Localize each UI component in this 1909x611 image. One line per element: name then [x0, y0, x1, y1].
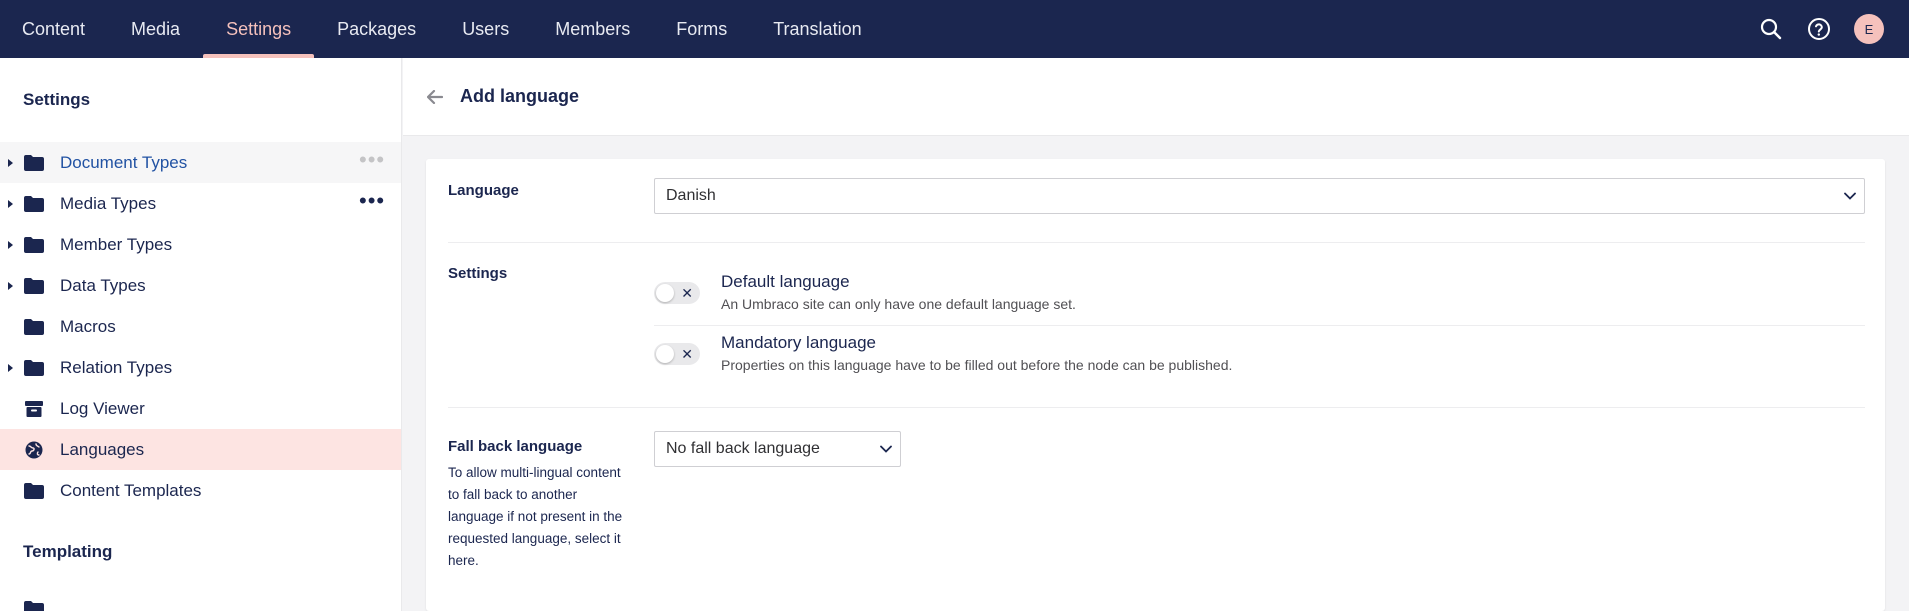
tree-item-label: Languages — [60, 439, 145, 459]
main-sections-nav: Content Media Settings Packages Users Me… — [0, 0, 885, 58]
folder-icon — [24, 317, 44, 337]
fallback-help-text: To allow multi-lingual content to fall b… — [448, 465, 623, 568]
settings-sidebar: Settings Document Types ••• Media Types … — [0, 58, 402, 611]
chevron-down-icon — [1844, 192, 1856, 200]
mandatory-language-title: Mandatory language — [721, 333, 877, 352]
expand-caret-icon[interactable] — [8, 363, 13, 372]
nav-forms[interactable]: Forms — [653, 0, 750, 58]
expand-caret-icon[interactable] — [8, 158, 13, 167]
folder-icon — [24, 194, 44, 214]
search-icon[interactable] — [1758, 16, 1784, 42]
tree-item-document-types[interactable]: Document Types ••• — [0, 142, 401, 183]
tree-item-label: Document Types — [60, 152, 188, 172]
divider — [448, 407, 1865, 408]
more-options-icon[interactable]: ••• — [359, 190, 385, 212]
sidebar-section-settings: Settings — [23, 90, 91, 109]
tree-item-log-viewer[interactable]: Log Viewer — [0, 388, 401, 429]
more-options-icon[interactable]: ••• — [359, 149, 385, 171]
close-icon: ✕ — [681, 346, 693, 362]
nav-users[interactable]: Users — [439, 0, 532, 58]
tree-item-languages[interactable]: Languages — [0, 429, 401, 470]
tree-item-content-templates[interactable]: Content Templates — [0, 470, 401, 511]
mandatory-language-description: Properties on this language have to be f… — [721, 357, 1233, 373]
page-title: Add language — [460, 86, 580, 106]
toggle-knob — [656, 284, 674, 302]
nav-packages[interactable]: Packages — [314, 0, 439, 58]
mandatory-language-toggle[interactable]: ✕ — [654, 343, 700, 365]
sidebar-section-templating: Templating — [23, 542, 113, 561]
top-navigation-bar: Content Media Settings Packages Users Me… — [0, 0, 1909, 58]
nav-settings[interactable]: Settings — [203, 0, 315, 58]
tree-item-label: Macros — [60, 316, 116, 336]
fallback-language-select[interactable]: No fall back language — [654, 431, 901, 467]
nav-translation[interactable]: Translation — [750, 0, 884, 58]
toggle-knob — [656, 345, 674, 363]
folder-icon — [24, 276, 44, 296]
tree-item-media-types[interactable]: Media Types ••• — [0, 183, 401, 224]
tree-item-label: Member Types — [60, 234, 173, 254]
nav-content[interactable]: Content — [22, 0, 108, 58]
back-arrow-icon[interactable] — [426, 88, 444, 106]
language-select[interactable]: Danish — [654, 178, 1865, 214]
help-icon[interactable] — [1806, 16, 1832, 42]
editor-header: Add language — [403, 58, 1909, 136]
divider — [654, 325, 1865, 326]
default-language-toggle[interactable]: ✕ — [654, 282, 700, 304]
tree-item-relation-types[interactable]: Relation Types — [0, 347, 401, 388]
box-icon — [24, 399, 44, 419]
folder-icon — [24, 235, 44, 255]
tree-item-label: Media Types — [60, 193, 157, 213]
close-icon: ✕ — [681, 285, 693, 301]
tree-item-label: Content Templates — [60, 480, 202, 500]
nav-media[interactable]: Media — [108, 0, 203, 58]
settings-tree: Document Types ••• Media Types ••• Membe… — [0, 142, 401, 511]
language-form-panel: Language Danish Settings ✕ Default langu… — [426, 159, 1885, 611]
fallback-select-value: No fall back language — [666, 440, 820, 457]
tree-item-label: Log Viewer — [60, 398, 145, 418]
user-avatar[interactable]: E — [1854, 14, 1884, 44]
top-tools: E — [1758, 0, 1909, 58]
tree-item-member-types[interactable]: Member Types — [0, 224, 401, 265]
settings-label: Settings — [448, 265, 508, 282]
folder-icon — [24, 601, 44, 611]
divider — [448, 242, 1865, 243]
fallback-label: Fall back language — [448, 438, 583, 455]
expand-caret-icon[interactable] — [8, 281, 13, 290]
language-label: Language — [448, 182, 519, 199]
tree-item-label: Relation Types — [60, 357, 173, 377]
default-language-description: An Umbraco site can only have one defaul… — [721, 296, 1076, 312]
expand-caret-icon[interactable] — [8, 240, 13, 249]
tree-item-label: Data Types — [60, 275, 146, 295]
expand-caret-icon[interactable] — [8, 199, 13, 208]
chevron-down-icon — [880, 445, 892, 453]
main-editor: Add language Language Danish Settings ✕ … — [403, 58, 1909, 611]
nav-members[interactable]: Members — [532, 0, 653, 58]
folder-icon — [24, 153, 44, 173]
folder-icon — [24, 481, 44, 501]
folder-icon — [24, 358, 44, 378]
default-language-title: Default language — [721, 272, 850, 291]
language-select-value: Danish — [666, 187, 716, 204]
tree-item-macros[interactable]: Macros — [0, 306, 401, 347]
tree-item-data-types[interactable]: Data Types — [0, 265, 401, 306]
globe-icon — [24, 440, 44, 460]
